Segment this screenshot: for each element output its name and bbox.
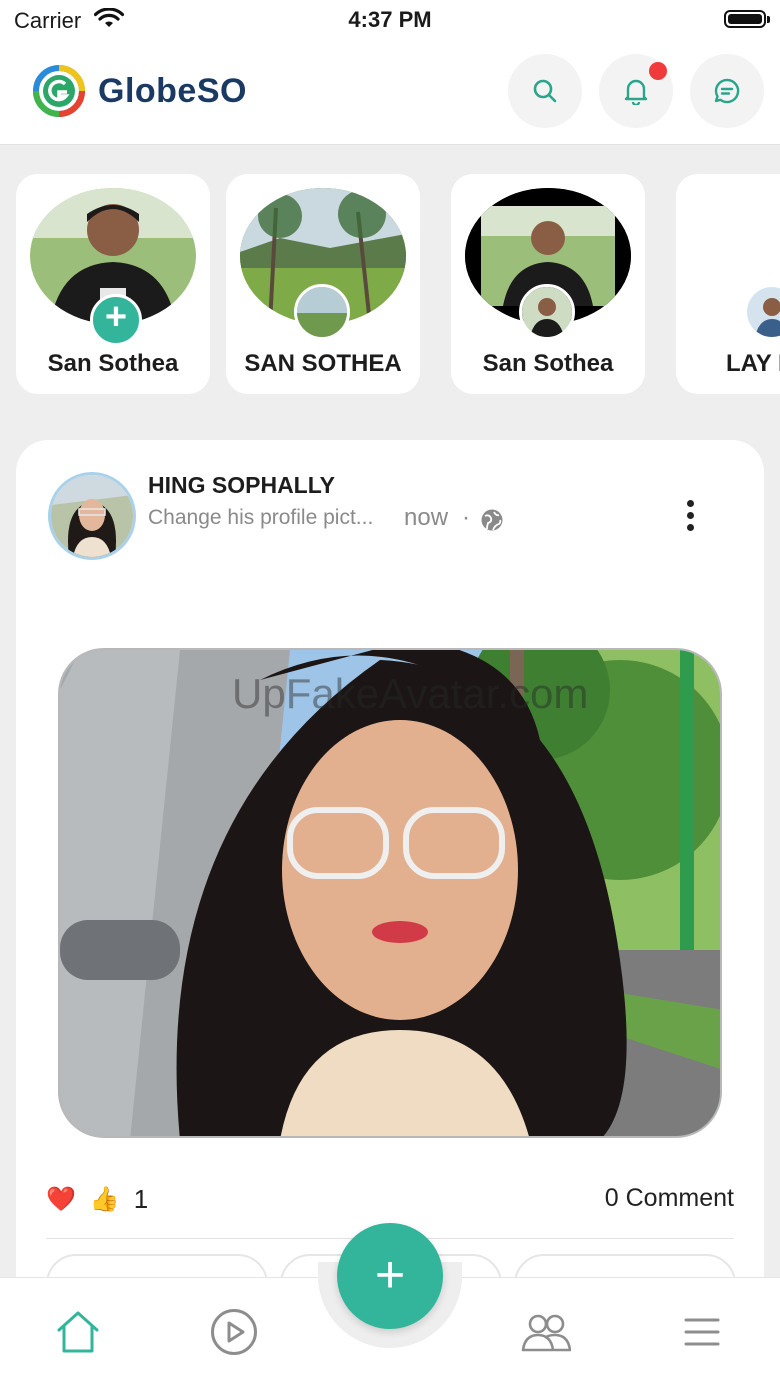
story-author-avatar (519, 284, 575, 340)
post-photo[interactable]: UpFakeAvatar.com (58, 648, 722, 1138)
friends-icon (521, 1314, 571, 1352)
heart-emoji: ❤️ (46, 1186, 76, 1213)
brand-name: GlobeSO (98, 72, 247, 110)
story-name: LAY H (726, 350, 780, 377)
nav-home[interactable] (48, 1304, 108, 1360)
thumbs-up-emoji: 👍 (89, 1186, 120, 1213)
globeso-logo-icon (32, 64, 86, 118)
post-author[interactable]: HING SOPHALLY (148, 472, 335, 499)
plus-icon: + (104, 296, 128, 338)
notifications-button[interactable] (599, 54, 673, 128)
bell-icon (624, 79, 648, 105)
story-name: San Sothea (47, 350, 179, 377)
nav-videos[interactable] (204, 1304, 264, 1360)
search-icon (533, 79, 557, 103)
app-header: GlobeSO (0, 42, 780, 145)
add-icon: + (374, 1246, 406, 1304)
create-post-button[interactable]: + (337, 1223, 443, 1329)
story-card[interactable]: LAY H (676, 174, 780, 394)
author-avatar[interactable] (48, 472, 136, 560)
story-name: San Sothea (482, 350, 614, 377)
story-card[interactable]: San Sothea (451, 174, 645, 394)
clock: 4:37 PM (348, 7, 432, 32)
watermark-text: UpFakeAvatar.com (232, 670, 589, 717)
play-icon (211, 1309, 257, 1355)
story-author-avatar (294, 284, 350, 340)
post-timestamp: now (404, 504, 449, 531)
stories-row: + San Sothea SAN SOTHEA San Sothea LAY (0, 144, 780, 416)
reactions-summary[interactable]: ❤️ 👍 1 (46, 1184, 148, 1215)
post-card: HING SOPHALLY Change his profile pict...… (16, 440, 764, 1320)
story-card[interactable]: SAN SOTHEA (226, 174, 420, 394)
reaction-count: 1 (133, 1184, 149, 1214)
globe-icon (480, 508, 504, 537)
notification-badge (649, 62, 667, 80)
battery-icon (724, 10, 770, 28)
more-options-icon[interactable] (680, 500, 700, 536)
menu-icon (684, 1318, 720, 1346)
nav-menu[interactable] (672, 1304, 732, 1360)
messages-button[interactable] (690, 54, 764, 128)
separator-dot: · (462, 504, 470, 531)
add-story-button[interactable]: + (90, 294, 142, 346)
post-action-text: Change his profile pict... (148, 506, 374, 529)
story-card-create[interactable]: + San Sothea (16, 174, 210, 394)
comment-count[interactable]: 0 Comment (605, 1184, 734, 1213)
search-button[interactable] (508, 54, 582, 128)
nav-friends[interactable] (516, 1304, 576, 1360)
status-bar: Carrier 4:37 PM (0, 0, 780, 42)
chat-icon (714, 78, 740, 104)
story-author-avatar (744, 284, 780, 340)
home-icon (57, 1311, 99, 1353)
story-name: SAN SOTHEA (244, 350, 402, 377)
